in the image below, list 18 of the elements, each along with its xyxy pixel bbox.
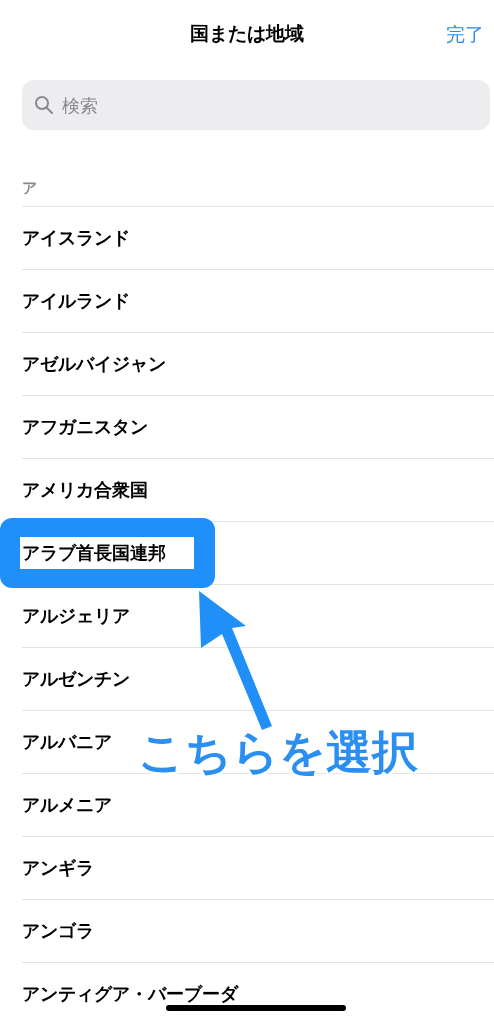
country-item[interactable]: アイスランド [22,226,130,250]
country-item[interactable]: アラブ首長国連邦 [20,537,194,569]
country-item[interactable]: アルゼンチン [22,667,130,691]
country-item[interactable]: アンティグア・バーブーダ [22,982,238,1006]
search-field[interactable]: 検索 [22,80,490,130]
country-item[interactable]: アゼルバイジャン [22,352,166,376]
country-item[interactable]: アルメニア [22,793,112,817]
section-header: ア [22,179,37,198]
done-button[interactable]: 完了 [442,18,488,52]
country-item[interactable]: アメリカ合衆国 [22,478,148,502]
country-item[interactable]: アルバニア [22,730,112,754]
country-item[interactable]: アフガニスタン [22,415,148,439]
country-item[interactable]: アンゴラ [22,919,94,943]
country-item[interactable]: アイルランド [22,289,130,313]
callout-text: こちらを選択 [138,724,418,781]
country-item[interactable]: アルジェリア [22,604,130,628]
country-item[interactable]: アンギラ [22,856,94,880]
sheet-title: 国または地域 [190,21,304,46]
